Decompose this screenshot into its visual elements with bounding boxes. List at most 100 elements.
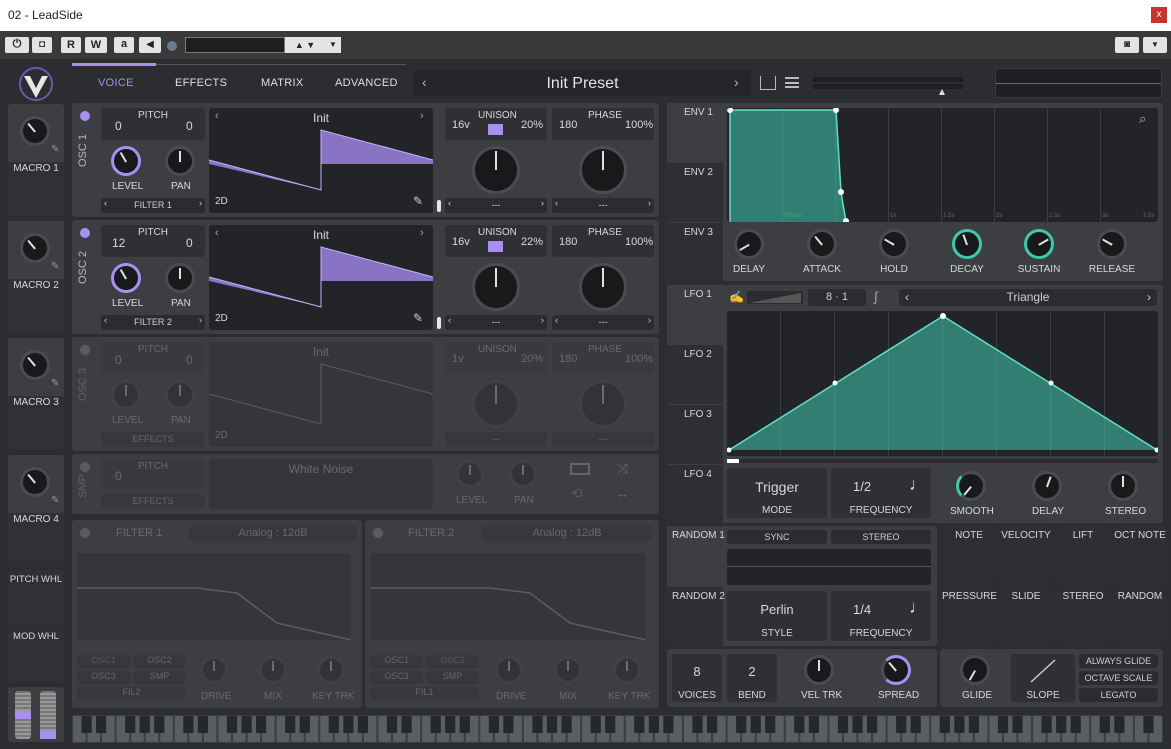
- lfo-tab-3[interactable]: LFO 3: [667, 405, 723, 464]
- osc1-voices[interactable]: 16v: [452, 119, 470, 131]
- osc2-pitch-box[interactable]: 12 PITCH 0: [101, 225, 205, 257]
- black-key[interactable]: [125, 716, 136, 733]
- env-hold-knob[interactable]: [879, 229, 909, 259]
- mod-source-slide[interactable]: SLIDE: [999, 587, 1053, 645]
- random-start-icon[interactable]: ⤨: [617, 460, 628, 477]
- black-key[interactable]: [605, 716, 616, 733]
- black-key[interactable]: [401, 716, 412, 733]
- save-icon[interactable]: [760, 76, 776, 90]
- macro-3-label[interactable]: MACRO 3: [8, 397, 64, 408]
- black-key[interactable]: [648, 716, 659, 733]
- close-button[interactable]: x: [1151, 7, 1167, 23]
- osc3-distortion-selector[interactable]: ---: [552, 432, 654, 447]
- tab-advanced[interactable]: ADVANCED: [335, 77, 398, 89]
- black-key[interactable]: [561, 716, 572, 733]
- black-key[interactable]: [837, 716, 849, 733]
- smp-transpose[interactable]: 0: [115, 469, 122, 483]
- mod-source-pressure[interactable]: PRESSURE: [942, 587, 997, 645]
- osc1-unison-knob[interactable]: [472, 146, 520, 194]
- osc2-level-knob[interactable]: [111, 263, 141, 293]
- dropdown-button[interactable]: ▼: [325, 37, 341, 53]
- black-key[interactable]: [197, 716, 208, 733]
- env-tab-1[interactable]: ENV 1: [667, 103, 723, 162]
- bypass-button[interactable]: ◘: [32, 37, 52, 53]
- read-button[interactable]: R: [61, 37, 81, 53]
- random-stereo-toggle[interactable]: STEREO: [831, 530, 931, 544]
- osc3-phase[interactable]: 180: [559, 353, 577, 365]
- filter2-keytrk-knob[interactable]: [613, 656, 641, 684]
- osc3-pitch-box[interactable]: 0 PITCH 0: [101, 342, 205, 374]
- filter2-type-selector[interactable]: Analog : 12dB: [482, 525, 652, 541]
- osc2-unison-bar[interactable]: [488, 241, 503, 252]
- legato-toggle[interactable]: LEGATO: [1079, 688, 1158, 702]
- smp-level-knob[interactable]: [456, 460, 484, 488]
- filter1-src-osc1[interactable]: OSC1: [77, 655, 130, 668]
- filter1-src-smp[interactable]: SMP: [133, 671, 186, 684]
- osc3-dim[interactable]: 2D: [215, 430, 228, 441]
- macro-1-label[interactable]: MACRO 1: [8, 163, 64, 174]
- lfo-graph[interactable]: [727, 311, 1158, 456]
- filter2-mix-knob[interactable]: [554, 656, 582, 684]
- parameter-field[interactable]: [185, 37, 285, 53]
- black-key[interactable]: [503, 716, 514, 733]
- black-key[interactable]: [357, 716, 368, 733]
- osc2-tune[interactable]: 0: [186, 236, 193, 250]
- osc2-detune[interactable]: 22%: [521, 236, 543, 248]
- mod-source-velocity[interactable]: VELOCITY: [999, 526, 1053, 584]
- black-key[interactable]: [256, 716, 267, 733]
- black-key[interactable]: [343, 716, 354, 733]
- voices-value[interactable]: 8: [672, 664, 722, 679]
- osc2-edit-icon[interactable]: ✎: [413, 311, 423, 325]
- osc3-tune[interactable]: 0: [186, 353, 193, 367]
- osc2-unison-box[interactable]: 16v UNISON 22%: [445, 225, 547, 257]
- lfo-tab-2[interactable]: LFO 2: [667, 345, 723, 404]
- preset-name[interactable]: Init Preset: [414, 75, 751, 93]
- lfo-frequency-box[interactable]: 1/2 ♩ FREQUENCY: [831, 468, 931, 518]
- filter1-mix-knob[interactable]: [259, 656, 287, 684]
- lfo-paint-icon[interactable]: ✍: [729, 290, 744, 304]
- osc3-phase-rand[interactable]: 100%: [625, 353, 653, 365]
- mod-source-note[interactable]: NOTE: [942, 526, 996, 584]
- bend-box[interactable]: 2 BEND: [727, 654, 777, 702]
- power-button[interactable]: ⏻: [5, 37, 29, 53]
- osc1-level-knob[interactable]: [111, 146, 141, 176]
- osc3-dest-selector[interactable]: EFFECTS: [101, 432, 205, 447]
- osc2-voices[interactable]: 16v: [452, 236, 470, 248]
- black-key[interactable]: [896, 716, 907, 733]
- loop-icon[interactable]: ⟲: [571, 485, 583, 502]
- black-key[interactable]: [285, 716, 296, 733]
- macro-4-edit-icon[interactable]: ✎: [51, 495, 59, 506]
- tab-effects[interactable]: EFFECTS: [175, 77, 227, 89]
- black-key[interactable]: [96, 716, 107, 733]
- random-frequency-box[interactable]: 1/4 ♩ FREQUENCY: [831, 591, 931, 641]
- black-key[interactable]: [328, 716, 339, 733]
- black-key[interactable]: [241, 716, 252, 733]
- black-key[interactable]: [707, 716, 718, 733]
- random-note-icon[interactable]: ♩: [909, 597, 927, 618]
- smp-dest-selector[interactable]: EFFECTS: [101, 494, 205, 508]
- lfo-tab-4[interactable]: LFO 4: [667, 465, 723, 523]
- osc1-detune[interactable]: 20%: [521, 119, 543, 131]
- black-key[interactable]: [183, 716, 194, 733]
- osc2-pan-knob[interactable]: [165, 263, 195, 293]
- osc1-wavetable[interactable]: ‹ Init › 2D ✎: [209, 108, 433, 213]
- osc2-wavetable[interactable]: ‹ Init › 2D ✎: [209, 225, 433, 330]
- random-sync-toggle[interactable]: SYNC: [727, 530, 827, 544]
- black-key[interactable]: [765, 716, 776, 733]
- automation-button[interactable]: a: [114, 37, 134, 53]
- back-arrow-button[interactable]: ◀: [139, 37, 161, 53]
- black-key[interactable]: [430, 716, 441, 733]
- black-key[interactable]: [939, 716, 950, 733]
- random-tab-2[interactable]: RANDOM 2: [667, 587, 725, 646]
- lfo-mode-value[interactable]: Trigger: [727, 479, 827, 495]
- black-key[interactable]: [1041, 716, 1052, 733]
- random-style-box[interactable]: Perlin STYLE: [727, 591, 827, 641]
- black-key[interactable]: [736, 716, 747, 733]
- black-key[interactable]: [1012, 716, 1023, 733]
- black-key[interactable]: [488, 716, 499, 733]
- mod-wheel[interactable]: [40, 691, 56, 739]
- lfo-stereo-knob[interactable]: [1108, 471, 1138, 501]
- black-key[interactable]: [997, 716, 1009, 733]
- env-attack-knob[interactable]: [807, 229, 837, 259]
- bounce-icon[interactable]: ↔: [615, 485, 629, 501]
